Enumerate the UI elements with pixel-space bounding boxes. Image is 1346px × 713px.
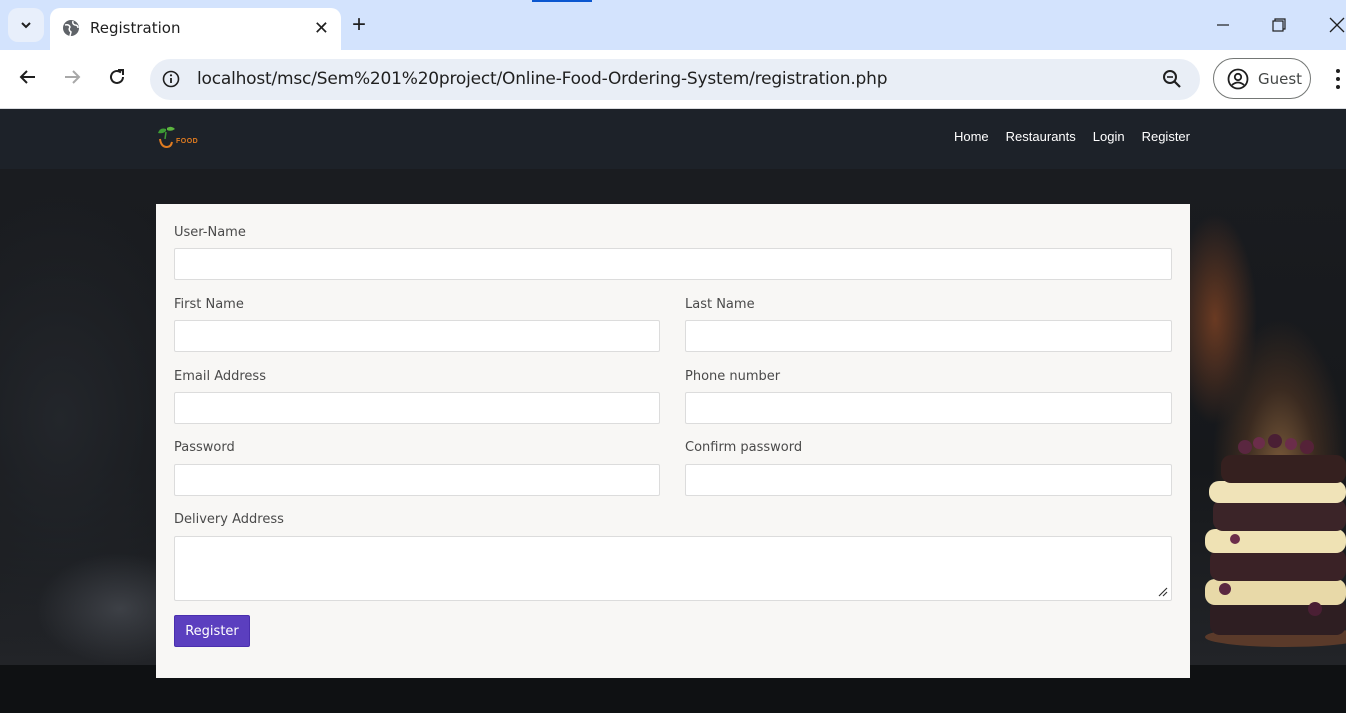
tab-search-button[interactable] [8, 8, 44, 42]
email-input[interactable] [174, 392, 660, 424]
logo-icon[interactable] [156, 125, 178, 151]
profile-name: Guest [1258, 70, 1303, 88]
url-text[interactable]: localhost/msc/Sem%201%20project/Online-F… [197, 69, 887, 89]
address-label: Delivery Address [174, 512, 284, 527]
tab-close-button[interactable]: ✕ [314, 19, 329, 37]
menu-icon[interactable] [1334, 68, 1342, 90]
globe-icon [63, 20, 79, 37]
address-textarea[interactable] [174, 536, 1172, 601]
cake-image [1205, 434, 1346, 647]
site-info-icon[interactable] [162, 70, 180, 88]
resize-handle-icon[interactable] [1158, 587, 1168, 597]
address-bar[interactable]: localhost/msc/Sem%201%20project/Online-F… [150, 59, 1200, 100]
back-icon[interactable] [18, 67, 38, 87]
nav-home[interactable]: Home [954, 129, 989, 144]
avatar-icon [1227, 68, 1249, 90]
first-name-label: First Name [174, 297, 244, 312]
new-tab-button[interactable]: + [352, 13, 366, 37]
username-label: User-Name [174, 225, 246, 240]
last-name-input[interactable] [685, 320, 1172, 352]
confirm-password-label: Confirm password [685, 440, 803, 455]
site-nav: Home Restaurants Login Register [937, 129, 1190, 144]
logo-text: FOOD [176, 138, 199, 145]
last-name-label: Last Name [685, 297, 755, 312]
tab-search-icon [21, 22, 31, 29]
nav-login[interactable]: Login [1093, 129, 1125, 144]
confirm-password-input[interactable] [685, 464, 1172, 496]
tab-strip-accent [532, 0, 592, 2]
profile-button[interactable]: Guest [1213, 58, 1311, 99]
page-viewport: FOOD Home Restaurants Login Register Use… [0, 109, 1346, 713]
tab-title: Registration [90, 19, 181, 37]
browser-tab-bar: Registration ✕ + [0, 0, 1346, 50]
password-input[interactable] [174, 464, 660, 496]
register-button[interactable]: Register [174, 615, 250, 647]
registration-form: User-Name First Name Last Name Email Add… [156, 204, 1190, 678]
browser-tab-active[interactable]: Registration ✕ [50, 8, 341, 50]
first-name-input[interactable] [174, 320, 660, 352]
password-label: Password [174, 440, 235, 455]
phone-label: Phone number [685, 369, 781, 384]
phone-input[interactable] [685, 392, 1172, 424]
forward-icon[interactable] [62, 67, 82, 87]
email-label: Email Address [174, 369, 266, 384]
restore-icon[interactable] [1272, 18, 1286, 32]
username-input[interactable] [174, 248, 1172, 280]
browser-toolbar: localhost/msc/Sem%201%20project/Online-F… [0, 50, 1346, 109]
site-header: FOOD Home Restaurants Login Register [0, 109, 1346, 169]
minimize-icon[interactable] [1216, 18, 1230, 32]
reload-icon[interactable] [107, 67, 127, 87]
nav-restaurants[interactable]: Restaurants [1006, 129, 1076, 144]
close-icon[interactable] [1329, 17, 1345, 33]
nav-register[interactable]: Register [1142, 129, 1190, 144]
zoom-icon[interactable] [1162, 69, 1182, 89]
